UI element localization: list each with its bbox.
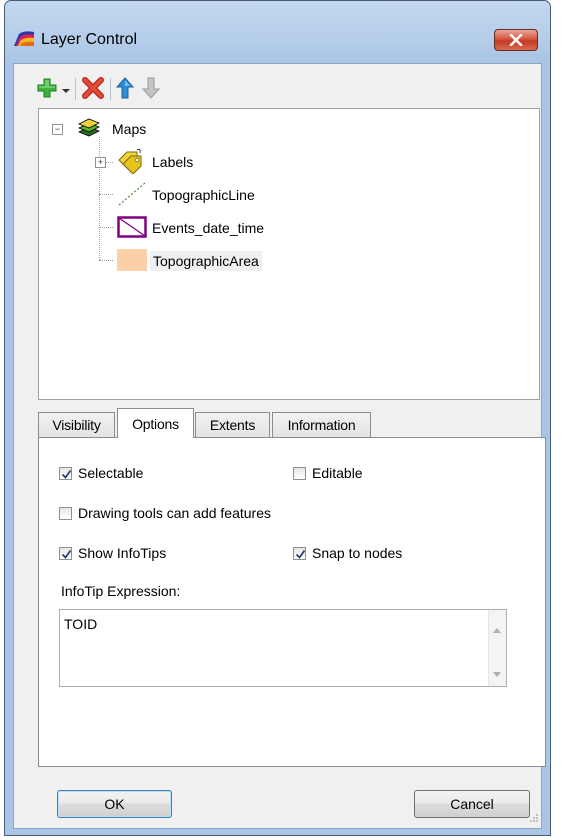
title-bar[interactable]: Layer Control [5, 1, 550, 63]
options-panel: Selectable Editable Drawing tools can ad… [38, 437, 546, 767]
tree-node-topographicline[interactable]: TopographicLine [117, 181, 258, 209]
vertical-scrollbar[interactable] [488, 610, 506, 686]
tree-node-label: TopographicArea [150, 251, 262, 271]
arrow-down-icon [141, 77, 161, 102]
window-title: Layer Control [41, 31, 138, 48]
checkbox-box [59, 506, 72, 520]
checkbox-label: Editable [312, 465, 363, 481]
tab-visibility[interactable]: Visibility [38, 412, 115, 437]
arrow-up-icon [115, 76, 135, 102]
dropdown-arrow-icon [62, 81, 70, 97]
close-icon [509, 34, 523, 46]
green-plus-icon [36, 77, 58, 102]
snap-to-nodes-checkbox[interactable]: Snap to nodes [293, 545, 402, 561]
infotip-expression-value: TOID [64, 616, 98, 632]
tree-node-labels[interactable]: Labels [115, 148, 196, 176]
add-layer-dropdown[interactable] [62, 76, 70, 102]
tree-node-topographicarea[interactable]: TopographicArea [117, 247, 262, 275]
red-x-icon [81, 76, 105, 102]
tree-node-events-date-time[interactable]: Events_date_time [117, 214, 267, 242]
toolbar-separator [110, 78, 111, 100]
line-style-icon [117, 181, 147, 210]
tree-node-label: Events_date_time [152, 220, 265, 236]
checkbox-box [59, 546, 72, 560]
cancel-button[interactable]: Cancel [414, 790, 530, 818]
ok-button[interactable]: OK [57, 790, 172, 818]
scroll-down-icon[interactable] [493, 664, 501, 680]
tree-connector [99, 260, 113, 261]
tree-node-maps[interactable]: Maps [77, 115, 149, 143]
labels-tag-icon [115, 148, 143, 177]
drawing-tools-checkbox[interactable]: Drawing tools can add features [59, 505, 271, 521]
selectable-checkbox[interactable]: Selectable [59, 465, 143, 481]
editable-checkbox[interactable]: Editable [293, 465, 363, 481]
close-button[interactable] [494, 29, 538, 51]
checkbox-box [59, 466, 72, 480]
checkbox-box [293, 546, 306, 560]
scroll-up-icon[interactable] [493, 620, 501, 636]
area-fill-icon [117, 248, 147, 274]
tree-node-label: Labels [152, 154, 194, 170]
tree-connector [99, 137, 100, 260]
checkbox-box [293, 466, 306, 480]
infotip-expression-label: InfoTip Expression: [61, 583, 181, 599]
layer-tree[interactable]: − Maps + Labels TopographicLine Events_d… [38, 108, 540, 400]
checkbox-label: Snap to nodes [312, 545, 403, 561]
dialog-body: − Maps + Labels TopographicLine Events_d… [13, 63, 546, 829]
tree-node-label: Maps [112, 121, 147, 137]
tab-extents[interactable]: Extents [195, 412, 270, 437]
checkbox-label: Selectable [78, 465, 144, 481]
checkbox-label: Show InfoTips [78, 545, 167, 561]
tab-options[interactable]: Options [117, 408, 194, 438]
move-layer-down-button[interactable] [141, 76, 161, 102]
show-infotips-checkbox[interactable]: Show InfoTips [59, 545, 166, 561]
tree-collapse-toggle[interactable]: − [52, 124, 63, 135]
layer-toolbar [36, 74, 161, 104]
layer-control-window: Layer Control − Maps + Labels Topographi… [4, 0, 551, 836]
tree-connector [99, 194, 113, 195]
move-layer-up-button[interactable] [115, 76, 135, 102]
checkbox-label: Drawing tools can add features [78, 505, 271, 521]
remove-layer-button[interactable] [81, 76, 105, 102]
toolbar-separator [75, 78, 76, 100]
tree-expand-toggle[interactable]: + [95, 157, 106, 168]
infotip-expression-input[interactable]: TOID [59, 609, 507, 687]
tab-information[interactable]: Information [272, 412, 371, 437]
tree-connector [99, 227, 113, 228]
resize-grip-icon[interactable] [529, 810, 539, 826]
hatched-region-icon [117, 215, 147, 241]
tree-node-label: TopographicLine [152, 187, 255, 203]
layers-stack-icon [77, 118, 101, 141]
add-layer-button[interactable] [36, 76, 58, 102]
layer-control-app-icon [13, 29, 35, 47]
